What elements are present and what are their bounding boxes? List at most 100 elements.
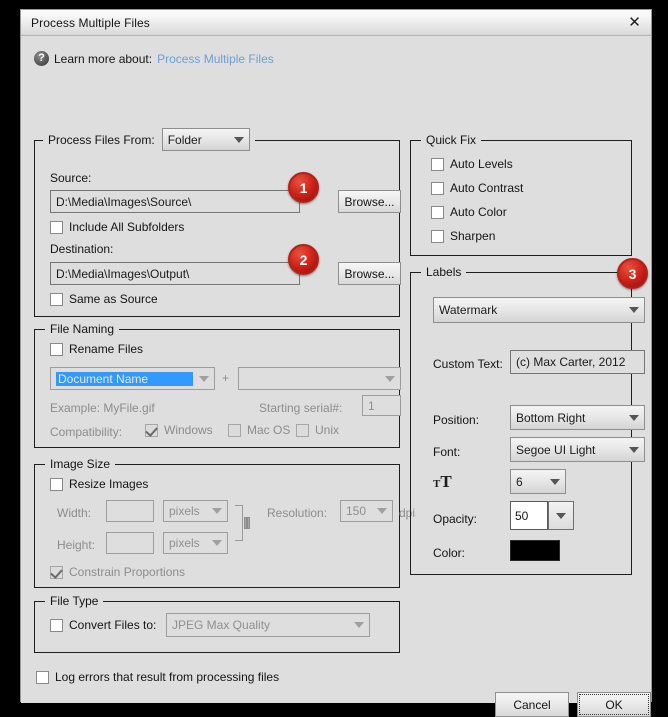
auto-contrast-row[interactable]: Auto Contrast [431,181,523,195]
chevron-down-icon [212,540,222,546]
image-size-title: Image Size [45,457,116,471]
close-icon[interactable]: ✕ [626,14,643,31]
chevron-down-icon [385,375,395,382]
convert-files-checkbox[interactable] [50,618,63,632]
quick-fix-group: Quick Fix Auto Levels Auto Contrast Auto… [410,133,632,256]
width-unit-dropdown[interactable]: pixels [163,500,228,522]
labels-title: Labels [421,265,467,279]
title-bar: Process Multiple Files ✕ [21,10,651,36]
opacity-stepper-button[interactable] [548,501,574,530]
opacity-input[interactable]: 50 [510,501,548,530]
compat-windows-label: Windows [164,423,213,437]
compat-unix-row[interactable]: Unix [296,423,339,437]
compat-macos-row[interactable]: Mac OS [228,423,290,437]
ok-button[interactable]: OK [577,692,651,717]
quick-fix-title: Quick Fix [421,133,482,147]
resize-images-row[interactable]: Resize Images [50,477,148,491]
rename-files-checkbox[interactable] [50,342,63,356]
position-dropdown[interactable]: Bottom Right [510,405,645,430]
dialog-body: ? Learn more about: Process Multiple Fil… [21,36,651,717]
learn-more-row: ? Learn more about: Process Multiple Fil… [34,51,274,66]
height-label: Height: [57,538,96,552]
same-as-source-label: Same as Source [69,292,158,306]
font-size-icon: TT [433,472,452,491]
resolution-label: Resolution: [267,506,328,520]
log-errors-checkbox[interactable] [36,670,49,684]
compat-windows-checkbox[interactable] [145,423,158,437]
convert-files-row[interactable]: Convert Files to: [50,618,156,632]
label-type-dropdown[interactable]: Watermark [433,297,645,323]
chevron-down-icon [629,414,639,421]
opacity-label: Opacity: [433,512,478,526]
color-swatch[interactable] [510,540,560,561]
image-size-group: Image Size Resize Images Width: pixels H… [34,457,415,588]
process-files-from-label: Process Files From: [48,132,155,147]
cancel-button[interactable]: Cancel [495,692,569,717]
destination-label: Destination: [50,242,114,256]
include-subfolders-label: Include All Subfolders [69,220,185,234]
constrain-link-icon [235,505,250,541]
file-format-dropdown[interactable]: JPEG Max Quality [166,613,370,637]
source-browse-button[interactable]: Browse... [338,190,401,213]
destination-browse-button[interactable]: Browse... [338,262,401,285]
constrain-proportions-checkbox[interactable] [50,565,63,579]
constrain-proportions-row[interactable]: Constrain Proportions [50,565,185,579]
filename-example: Example: MyFile.gif [50,401,155,415]
chevron-down-icon [550,478,560,485]
custom-text-label: Custom Text: [433,357,503,371]
chevron-down-icon [354,622,364,628]
chevron-down-icon [629,446,639,453]
auto-color-label: Auto Color [450,205,507,219]
auto-levels-row[interactable]: Auto Levels [431,157,513,171]
compat-windows-row[interactable]: Windows [145,423,213,437]
destination-path-input[interactable]: D:\Media\Images\Output\ [50,262,300,285]
question-mark-icon[interactable]: ? [34,51,49,66]
starting-serial-label: Starting serial#: [259,401,343,415]
compat-unix-checkbox[interactable] [296,423,309,437]
name-part1-dropdown[interactable]: Document Name [50,367,215,390]
name-part2-dropdown[interactable] [238,367,401,390]
learn-more-label: Learn more about: [54,51,153,66]
auto-levels-label: Auto Levels [450,157,513,171]
auto-color-row[interactable]: Auto Color [431,205,507,219]
font-dropdown[interactable]: Segoe UI Light [510,437,645,462]
source-path-input[interactable]: D:\Media\Images\Source\ [50,190,300,213]
include-subfolders-checkbox[interactable] [50,220,63,234]
window-title: Process Multiple Files [31,15,150,30]
color-label: Color: [433,546,466,560]
resize-images-label: Resize Images [69,477,149,491]
same-as-source-checkbox[interactable] [50,292,63,306]
rename-files-row[interactable]: Rename Files [50,342,143,356]
auto-contrast-checkbox[interactable] [431,181,444,195]
compat-macos-checkbox[interactable] [228,423,241,437]
chevron-down-icon [629,307,639,313]
resolution-dropdown[interactable]: 150 [340,500,393,522]
starting-serial-input[interactable]: 1 [362,395,401,416]
custom-text-input[interactable]: (c) Max Carter, 2012 [510,350,645,374]
process-files-from-dropdown[interactable]: Folder [161,128,250,151]
font-size-dropdown[interactable]: 6 [510,469,566,494]
source-label: Source: [50,171,92,185]
log-errors-label: Log errors that result from processing f… [55,670,280,684]
compat-macos-label: Mac OS [247,423,291,437]
chevron-down-icon [199,375,209,382]
same-as-source-row[interactable]: Same as Source [50,292,158,306]
resize-images-checkbox[interactable] [50,477,63,491]
include-subfolders-row[interactable]: Include All Subfolders [50,220,184,234]
chevron-down-icon [556,512,566,519]
auto-levels-checkbox[interactable] [431,157,444,171]
learn-more-link[interactable]: Process Multiple Files [157,52,274,66]
height-input[interactable] [106,532,154,554]
name-join-plus: + [222,371,230,385]
position-label: Position: [433,413,480,427]
height-unit-dropdown[interactable]: pixels [163,532,228,554]
auto-color-checkbox[interactable] [431,205,444,219]
sharpen-row[interactable]: Sharpen [431,229,495,243]
width-input[interactable] [106,500,154,522]
compat-unix-label: Unix [315,423,340,437]
callout-badge-1: 1 [288,172,319,203]
log-errors-row[interactable]: Log errors that result from processing f… [36,670,279,684]
sharpen-checkbox[interactable] [431,229,444,243]
file-type-group: File Type Convert Files to: JPEG Max Qua… [34,594,400,653]
auto-contrast-label: Auto Contrast [450,181,524,195]
